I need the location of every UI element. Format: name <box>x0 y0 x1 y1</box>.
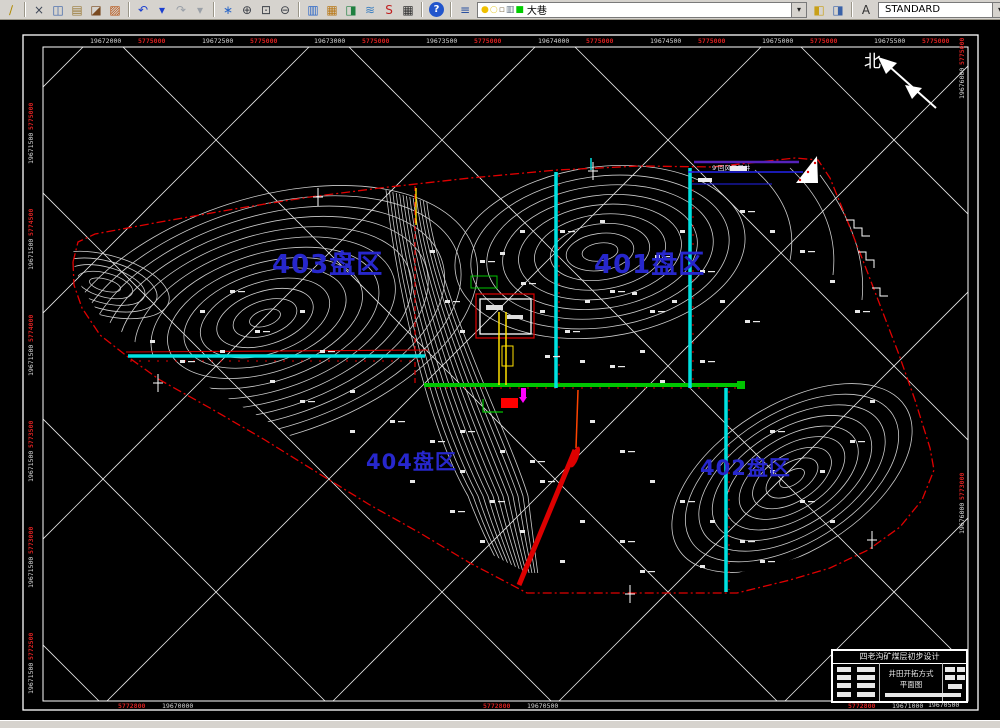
match-properties-icon[interactable]: ▨ <box>106 2 124 18</box>
layer-lock-icon: ▫ <box>498 4 505 15</box>
layers-icon[interactable]: ≡ <box>456 2 474 18</box>
layer-on-icon: ● <box>481 4 489 15</box>
pencil-icon[interactable]: ∕ <box>2 2 20 18</box>
toolbar-separator <box>421 2 423 17</box>
grid-label-bottom: 5772800 <box>483 702 511 710</box>
grid-label-left: 19671500 <box>27 662 35 694</box>
markup-icon[interactable]: S <box>380 2 398 18</box>
help-icon[interactable]: ? <box>429 2 444 17</box>
title-block-project: 四老沟矿煤层初步设计 <box>833 651 966 664</box>
title-block-drawing-name: 井田开拓方式 <box>888 669 934 678</box>
zoom-previous-icon[interactable]: ⊖ <box>276 2 294 18</box>
grid-label-top: 5775000 <box>362 37 390 45</box>
toolbar-separator <box>24 2 26 17</box>
grid-label-top: 19672000 <box>90 37 122 45</box>
cut-icon[interactable]: × <box>30 2 48 18</box>
grid-label-right: 5773000 <box>958 472 966 500</box>
layer-previous-icon[interactable]: ◨ <box>829 2 847 18</box>
grid-label-bottom: 5772800 <box>118 702 146 710</box>
grid-label-right: 19676000 <box>958 67 966 99</box>
grid-label-top: 19675500 <box>874 37 906 45</box>
grid-label-top: 5775000 <box>922 37 950 45</box>
grid-label-top: 5775000 <box>250 37 278 45</box>
region-label-401: 401盘区 <box>594 250 706 280</box>
grid-label-bottom: 5772800 <box>848 702 876 710</box>
toolbar-separator <box>213 2 215 17</box>
layer-combo[interactable]: ● ○ ▫ ▥ ■ 大巷 ▾ <box>477 1 807 18</box>
drawing-canvas[interactable]: 403盘区 401盘区 404盘区 402盘区 北 9'回风二号井 196720… <box>0 20 1000 721</box>
shaft-annotation: 9'回风二号井 <box>712 164 751 172</box>
status-bar <box>0 720 1000 728</box>
toolbar-separator <box>128 2 130 17</box>
grid-label-bottom: 19670500 <box>527 702 559 710</box>
grid-label-top: 19674500 <box>650 37 682 45</box>
region-label-404: 404盘区 <box>366 450 457 474</box>
grid-label-top: 5775000 <box>698 37 726 45</box>
grid-label-left: 5774000 <box>27 314 35 342</box>
toolbar-separator <box>851 2 853 17</box>
grid-label-top: 19673500 <box>426 37 458 45</box>
grid-label-left: 19671500 <box>27 556 35 588</box>
grid-label-top: 5775000 <box>474 37 502 45</box>
grid-label-top: 19672500 <box>202 37 234 45</box>
grid-label-top: 5775000 <box>138 37 166 45</box>
region-label-403: 403盘区 <box>272 250 384 280</box>
paste-icon[interactable]: ▤ <box>68 2 86 18</box>
quick-select-icon[interactable]: ▥ <box>304 2 322 18</box>
grid-label-left: 19671500 <box>27 238 35 270</box>
title-block: 四老沟矿煤层初步设计 井田开拓方式 平面图 <box>831 649 968 703</box>
layers-dialog-icon[interactable]: ▦ <box>323 2 341 18</box>
undo-list-icon[interactable]: ▾ <box>153 2 171 18</box>
grid-label-left: 5775000 <box>27 102 35 130</box>
style-combo-value: STANDARD <box>885 4 941 15</box>
publish-icon[interactable]: ≋ <box>361 2 379 18</box>
layer-combo-value: 大巷 <box>526 6 547 17</box>
grid-label-bottom: 19670000 <box>162 702 194 710</box>
grid-label-top: 19673000 <box>314 37 346 45</box>
region-label-402: 402盘区 <box>700 456 791 480</box>
grid-label-top: 19675000 <box>762 37 794 45</box>
redo-list-icon[interactable]: ▾ <box>191 2 209 18</box>
undo-icon[interactable]: ↶ <box>134 2 152 18</box>
grid-label-left: 19671500 <box>27 132 35 164</box>
grid-label-left: 5772500 <box>27 632 35 660</box>
grid-label-left: 5773500 <box>27 420 35 448</box>
layer-freeze-icon: ○ <box>489 4 498 15</box>
grid-label-left: 19671500 <box>27 450 35 482</box>
grid-label-bottom: 19671000 <box>892 702 924 710</box>
zoom-realtime-icon[interactable]: ⊕ <box>238 2 256 18</box>
text-style-icon[interactable]: A <box>857 2 875 18</box>
north-label: 北 <box>864 52 881 72</box>
grid-label-left: 5773000 <box>27 526 35 554</box>
grid-label-right: 5775000 <box>958 37 966 65</box>
title-block-drawing-type: 平面图 <box>899 680 923 689</box>
copy-icon[interactable]: ◫ <box>49 2 67 18</box>
layer-color-swatch: ■ <box>515 4 524 15</box>
make-object-layer-icon[interactable]: ◧ <box>810 2 828 18</box>
style-combo-dropdown-icon[interactable]: ▾ <box>992 2 1000 17</box>
north-arrow <box>878 57 937 109</box>
grid-label-top: 5775000 <box>586 37 614 45</box>
title-block-signature-bar <box>885 693 961 697</box>
grid-label-top: 5775000 <box>810 37 838 45</box>
grid-label-left: 5774500 <box>27 208 35 236</box>
table-icon[interactable]: ▦ <box>399 2 417 18</box>
pan-icon[interactable]: ∗ <box>219 2 237 18</box>
layer-combo-dropdown-icon[interactable]: ▾ <box>791 2 806 17</box>
toolbar: ∕ × ◫ ▤ ◪ ▨ ↶ ▾ ↷ ▾ ∗ ⊕ ⊡ ⊖ ▥ ▦ ◨ ≋ S ▦? ≡ ● ○ ▫ ▥ ■ 大巷 ▾ ◧ ◨ A STANDAR… <box>0 0 1000 20</box>
layer-states-icon[interactable]: ◨ <box>342 2 360 18</box>
format-painter-icon[interactable]: ◪ <box>87 2 105 18</box>
grid-label-left: 19671500 <box>27 344 35 376</box>
zoom-window-icon[interactable]: ⊡ <box>257 2 275 18</box>
grid-label-right: 19676000 <box>958 502 966 534</box>
toolbar-separator <box>450 2 452 17</box>
grid-label-top: 19674000 <box>538 37 570 45</box>
layer-plot-icon: ▥ <box>505 4 515 15</box>
toolbar-separator <box>298 2 300 17</box>
style-combo[interactable]: STANDARD ▾ <box>878 1 1000 18</box>
cad-drawing <box>22 34 979 711</box>
redo-icon[interactable]: ↷ <box>172 2 190 18</box>
